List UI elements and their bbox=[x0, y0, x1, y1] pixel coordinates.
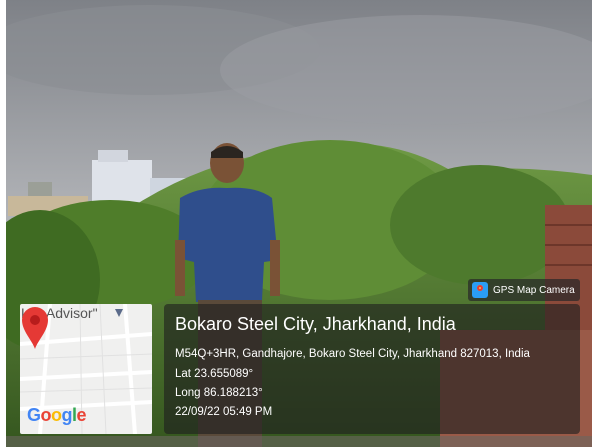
latitude: Lat 23.655089° bbox=[175, 368, 254, 380]
gps-map-camera-badge: GPS Map Camera bbox=[468, 279, 580, 301]
place-name: Bokaro Steel City, Jharkhand, India bbox=[175, 314, 456, 334]
map-pin-icon bbox=[22, 307, 48, 349]
map-thumbnail: LIC Advisor" Google bbox=[20, 304, 152, 434]
google-logo: Google bbox=[27, 405, 87, 425]
location-info-panel: Bokaro Steel City, Jharkhand, India M54Q… bbox=[164, 304, 580, 434]
geotagged-photo-frame: GPS Map Camera Bokaro Steel City, Jharkh… bbox=[0, 0, 592, 447]
gps-map-camera-icon bbox=[472, 282, 488, 298]
address-line: M54Q+3HR, Gandhajore, Bokaro Steel City,… bbox=[175, 348, 530, 360]
badge-label: GPS Map Camera bbox=[493, 284, 575, 296]
left-border bbox=[0, 0, 6, 447]
timestamp: 22/09/22 05:49 PM bbox=[175, 406, 273, 418]
longitude: Long 86.188213° bbox=[175, 387, 263, 399]
